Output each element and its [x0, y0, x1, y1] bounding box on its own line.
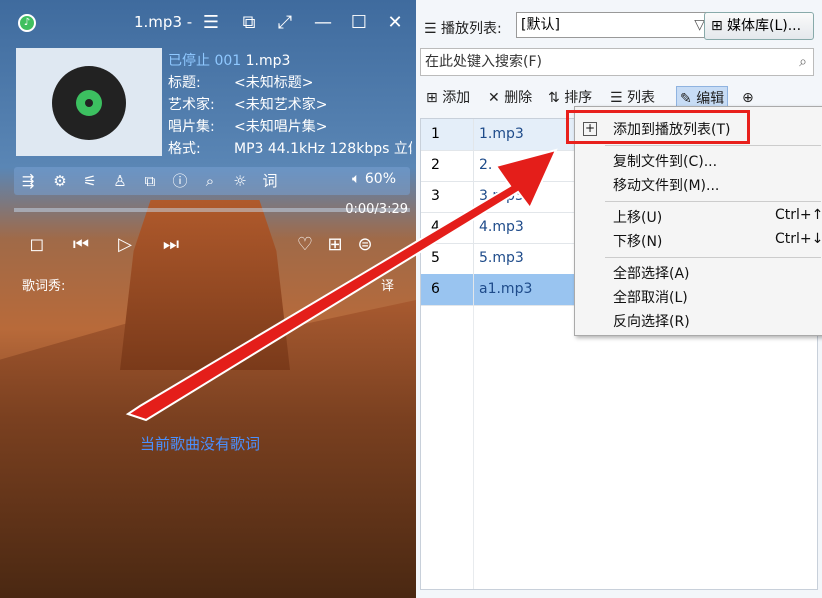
watermark-url: jingyan.baidu.com — [640, 568, 751, 582]
annotation-arrow — [125, 148, 558, 422]
